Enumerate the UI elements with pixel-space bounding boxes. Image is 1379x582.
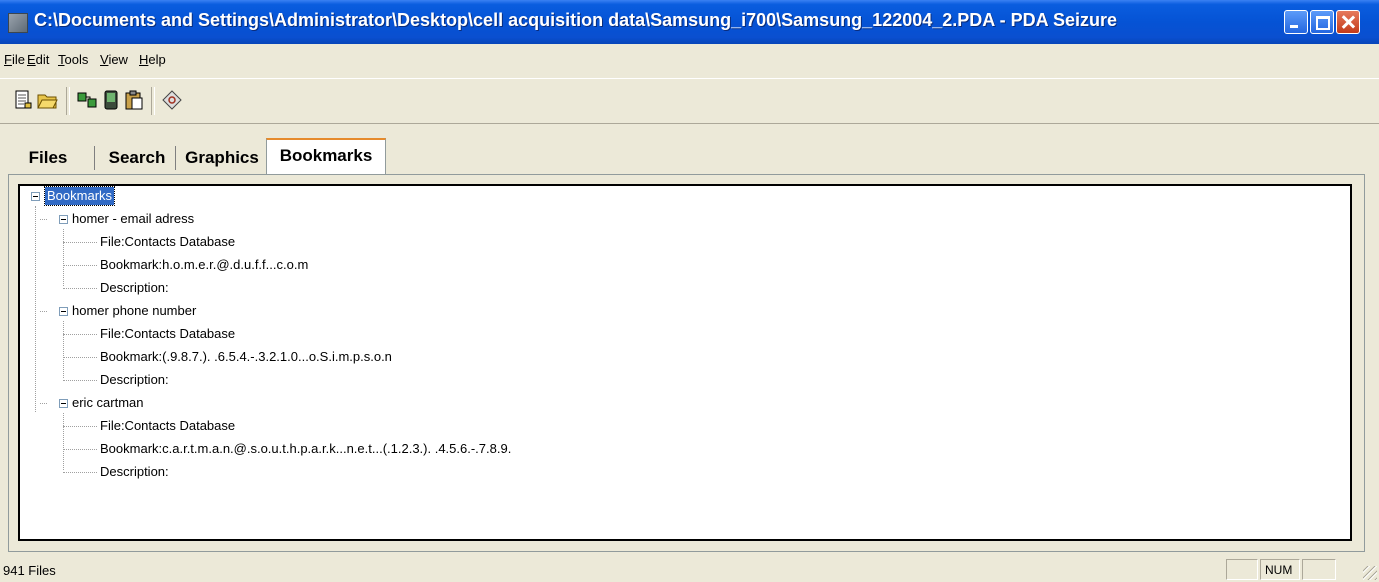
app-icon[interactable] [8, 13, 28, 33]
tab-panel: Bookmarks homer - email adress File:Cont… [8, 174, 1365, 552]
status-pane [1302, 559, 1336, 580]
menu-bar: File Edit Tools View Help [0, 47, 1379, 73]
lock-icon[interactable] [161, 89, 183, 111]
maximize-button[interactable] [1310, 10, 1334, 34]
tab-divider [94, 146, 95, 170]
menu-tools[interactable]: Tools [58, 52, 88, 67]
tree-leaf-description[interactable]: Description: [100, 463, 169, 481]
clipboard-icon[interactable] [123, 89, 145, 111]
collapse-icon[interactable] [31, 192, 40, 201]
tree-group-label[interactable]: homer phone number [72, 302, 196, 320]
tree-line [63, 229, 64, 286]
tree-line [40, 311, 47, 312]
tree-leaf-description[interactable]: Description: [100, 279, 169, 297]
tree-group-label[interactable]: eric cartman [72, 394, 144, 412]
tab-divider [175, 146, 176, 170]
collapse-icon[interactable] [59, 215, 68, 224]
toolbar [0, 78, 1379, 124]
tree-leaf-file[interactable]: File:Contacts Database [100, 417, 235, 435]
tree-line [63, 321, 64, 378]
open-folder-icon[interactable] [36, 89, 58, 111]
tree-leaf-description[interactable]: Description: [100, 371, 169, 389]
collapse-icon[interactable] [59, 399, 68, 408]
status-pane [1226, 559, 1258, 580]
tree-line [63, 242, 97, 243]
status-bar: 941 Files NUM [0, 556, 1379, 582]
tree-line [63, 380, 97, 381]
tree-leaf-file[interactable]: File:Contacts Database [100, 325, 235, 343]
tree-line [63, 449, 97, 450]
window-title: C:\Documents and Settings\Administrator\… [34, 10, 1117, 30]
title-bar[interactable]: C:\Documents and Settings\Administrator\… [0, 0, 1379, 44]
bookmarks-tree[interactable]: Bookmarks homer - email adress File:Cont… [18, 184, 1352, 541]
tree-line [63, 288, 97, 289]
tree-leaf-bookmark[interactable]: Bookmark:(.9.8.7.). .6.5.4.-.3.2.1.0...o… [100, 348, 392, 366]
tree-line [63, 334, 97, 335]
tree-leaf-file[interactable]: File:Contacts Database [100, 233, 235, 251]
menu-file[interactable]: File [4, 52, 25, 67]
tree-line [63, 472, 97, 473]
menu-view[interactable]: View [100, 52, 128, 67]
close-button[interactable] [1336, 10, 1360, 34]
tree-line [63, 426, 97, 427]
tab-search[interactable]: Search [98, 142, 176, 172]
tree-line [63, 413, 64, 470]
tree-line [40, 219, 47, 220]
resize-grip[interactable] [1363, 566, 1377, 580]
tab-files[interactable]: Files [8, 142, 88, 172]
tree-root-bookmarks[interactable]: Bookmarks [43, 186, 116, 206]
collapse-icon[interactable] [59, 307, 68, 316]
tab-bookmarks[interactable]: Bookmarks [266, 138, 386, 174]
tree-group-label[interactable]: homer - email adress [72, 210, 194, 228]
tree-line [40, 403, 47, 404]
tree-leaf-bookmark[interactable]: Bookmark:c.a.r.t.m.a.n.@.s.o.u.t.h.p.a.r… [100, 440, 511, 458]
tab-graphics[interactable]: Graphics [178, 142, 266, 172]
minimize-button[interactable] [1284, 10, 1308, 34]
device-icon[interactable] [100, 89, 122, 111]
acquire-icon[interactable] [76, 89, 98, 111]
tree-line [63, 265, 97, 266]
tree-line [35, 206, 36, 412]
toolbar-separator [66, 87, 70, 115]
new-document-icon[interactable] [12, 89, 34, 111]
menu-help[interactable]: Help [139, 52, 166, 67]
tree-leaf-bookmark[interactable]: Bookmark:h.o.m.e.r.@.d.u.f.f...c.o.m [100, 256, 308, 274]
toolbar-separator [151, 87, 155, 115]
tree-line [63, 357, 97, 358]
status-file-count: 941 Files [3, 563, 56, 578]
status-num-indicator: NUM [1260, 559, 1300, 580]
menu-edit[interactable]: Edit [27, 52, 49, 67]
